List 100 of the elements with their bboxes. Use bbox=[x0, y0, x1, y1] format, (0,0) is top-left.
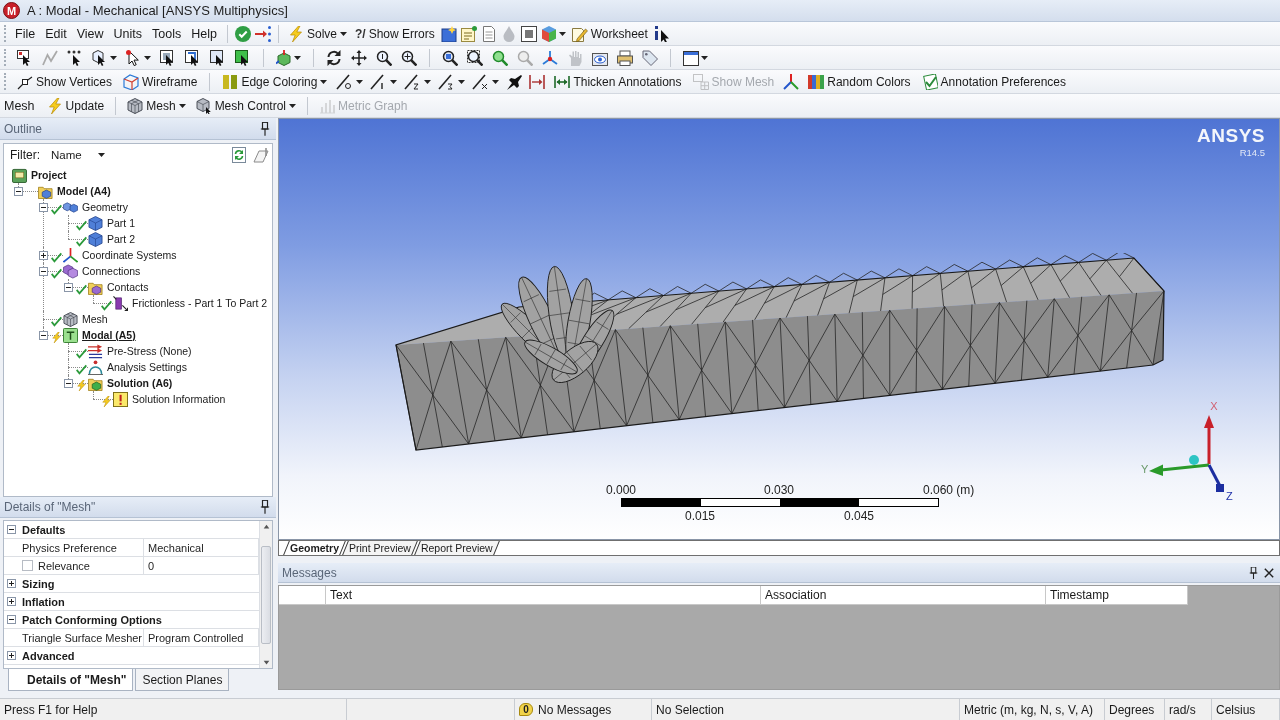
group-header[interactable]: Inflation bbox=[18, 595, 259, 608]
collapse-all-icon[interactable] bbox=[253, 147, 269, 163]
random-colors-button[interactable]: Random Colors bbox=[806, 71, 913, 92]
tree-item[interactable]: Modal (A5) bbox=[82, 329, 136, 341]
temperature-unit[interactable]: Celsius bbox=[1216, 702, 1256, 717]
show-vertices-button[interactable]: Show Vertices bbox=[15, 71, 115, 92]
worksheet-button[interactable]: Worksheet bbox=[569, 23, 650, 44]
panel-tab[interactable]: Details of "Mesh" bbox=[8, 669, 134, 691]
edge-line-icon[interactable] bbox=[404, 73, 421, 90]
caret-icon[interactable] bbox=[110, 55, 117, 60]
mesh-button[interactable]: Mesh bbox=[125, 95, 188, 116]
window-icon[interactable] bbox=[683, 49, 699, 66]
tree-item[interactable]: Pre-Stress (None) bbox=[107, 345, 192, 357]
edge-line-icon[interactable] bbox=[370, 73, 387, 90]
expand-toggle[interactable] bbox=[6, 651, 16, 660]
pan-icon[interactable] bbox=[351, 49, 367, 66]
collapse-toggle[interactable] bbox=[38, 202, 48, 212]
magnifier-icon[interactable] bbox=[492, 49, 508, 66]
sparkle-box-icon[interactable] bbox=[440, 25, 457, 42]
solve-button[interactable]: Solve bbox=[285, 23, 349, 44]
cube-axes-icon[interactable] bbox=[276, 49, 292, 66]
body-select-icon[interactable] bbox=[210, 49, 226, 66]
arrow-dots-icon[interactable] bbox=[254, 25, 271, 42]
group-header[interactable]: Sizing bbox=[18, 577, 259, 590]
property-value[interactable]: Mechanical bbox=[148, 541, 204, 554]
menu-item[interactable]: View bbox=[73, 24, 107, 43]
column-header[interactable]: Text bbox=[326, 586, 761, 605]
checkbox[interactable] bbox=[22, 560, 33, 571]
graphics-viewport[interactable]: ANSYS R14.5 0.000 0.030 0.060 (m) 0.015 0.045 X Y Z bbox=[278, 118, 1280, 540]
caret-icon[interactable] bbox=[356, 79, 364, 84]
pin-icon[interactable] bbox=[260, 121, 270, 136]
caret-icon[interactable] bbox=[492, 79, 500, 84]
collapse-toggle[interactable] bbox=[38, 330, 48, 340]
caret-icon[interactable] bbox=[390, 79, 398, 84]
expand-toggle[interactable] bbox=[6, 597, 16, 606]
check-icon[interactable] bbox=[234, 25, 251, 42]
help-pointer-icon[interactable] bbox=[653, 25, 670, 42]
bracket-arrow-icon[interactable] bbox=[529, 73, 546, 90]
column-header[interactable]: Association bbox=[761, 586, 1046, 605]
edge-select-icon[interactable] bbox=[185, 49, 201, 66]
pin-icon[interactable] bbox=[260, 500, 270, 514]
collapse-toggle[interactable] bbox=[63, 282, 73, 292]
collapse-toggle[interactable] bbox=[6, 615, 16, 624]
axes-icon[interactable] bbox=[542, 49, 558, 66]
view-tab[interactable]: Report Preview bbox=[415, 541, 498, 555]
tag-icon[interactable] bbox=[642, 49, 658, 66]
menu-item[interactable]: Edit bbox=[42, 24, 70, 43]
property-value[interactable]: Program Controlled bbox=[148, 631, 244, 644]
refresh-icon[interactable] bbox=[231, 147, 247, 163]
zoom-icon[interactable] bbox=[376, 49, 392, 66]
scroll-down-icon[interactable] bbox=[262, 660, 270, 665]
tree-item[interactable]: Analysis Settings bbox=[107, 361, 187, 373]
pin-icon[interactable] bbox=[1249, 566, 1258, 579]
group-header[interactable]: Advanced bbox=[18, 649, 259, 662]
zoom-fit-icon[interactable] bbox=[442, 49, 458, 66]
tree-item[interactable]: Frictionless - Part 1 To Part 2 bbox=[132, 297, 268, 309]
view-tab[interactable]: Geometry bbox=[285, 541, 345, 555]
thicken-annotations-button[interactable]: Thicken Annotations bbox=[552, 71, 684, 92]
unit-system[interactable]: Metric (m, kg, N, s, V, A) bbox=[964, 702, 1093, 717]
menu-item[interactable]: File bbox=[12, 24, 39, 43]
caret-icon[interactable] bbox=[294, 55, 301, 60]
frame-icon[interactable] bbox=[520, 25, 537, 42]
collapse-toggle[interactable] bbox=[6, 525, 16, 534]
speed-unit[interactable]: rad/s bbox=[1169, 702, 1196, 717]
caret-icon[interactable] bbox=[424, 79, 432, 84]
triad-icon[interactable] bbox=[783, 73, 800, 90]
edge-line-icon[interactable] bbox=[336, 73, 353, 90]
property-value[interactable]: 0 bbox=[148, 559, 155, 572]
tree-item[interactable]: Mesh bbox=[82, 313, 108, 325]
cube-icon[interactable] bbox=[540, 25, 557, 42]
body-select-icon[interactable] bbox=[235, 49, 251, 66]
printer-icon[interactable] bbox=[617, 49, 633, 66]
filter-dropdown[interactable]: Name bbox=[48, 148, 108, 162]
show-errors-button[interactable]: ?/ Show Errors bbox=[353, 24, 437, 43]
angle-unit[interactable]: Degrees bbox=[1109, 702, 1155, 717]
mesh-control-button[interactable]: Mesh Control bbox=[193, 95, 298, 116]
edge-line-icon[interactable] bbox=[438, 73, 455, 90]
tree-item[interactable]: Model (A4) bbox=[57, 185, 111, 197]
caret-icon[interactable] bbox=[558, 31, 566, 36]
annotation-preferences-button[interactable]: Annotation Preferences bbox=[919, 71, 1069, 92]
edge-line-icon[interactable] bbox=[472, 73, 489, 90]
box-zoom-icon[interactable] bbox=[467, 49, 483, 66]
caret-icon[interactable] bbox=[458, 79, 466, 84]
tree-item[interactable]: Part 1 bbox=[107, 217, 135, 229]
pushpin-icon[interactable] bbox=[506, 73, 523, 90]
column-header[interactable]: Timestamp bbox=[1046, 586, 1188, 605]
tree-item[interactable]: Solution (A6) bbox=[107, 377, 173, 389]
scroll-up-icon[interactable] bbox=[262, 524, 270, 529]
edge-coloring-button[interactable]: Edge Coloring bbox=[220, 71, 330, 92]
update-button[interactable]: Update bbox=[44, 95, 107, 116]
face-select-icon[interactable] bbox=[160, 49, 176, 66]
tree-item[interactable]: Coordinate Systems bbox=[82, 249, 177, 261]
scrollbar-thumb[interactable] bbox=[261, 545, 271, 644]
menu-item[interactable]: Units bbox=[110, 24, 146, 43]
expand-toggle[interactable] bbox=[6, 579, 16, 588]
page-icon[interactable] bbox=[480, 25, 497, 42]
tree-item[interactable]: Contacts bbox=[107, 281, 149, 293]
menu-item[interactable]: Help bbox=[188, 24, 220, 43]
tree-item[interactable]: Geometry bbox=[82, 201, 129, 213]
tree-item[interactable]: Connections bbox=[82, 265, 141, 277]
